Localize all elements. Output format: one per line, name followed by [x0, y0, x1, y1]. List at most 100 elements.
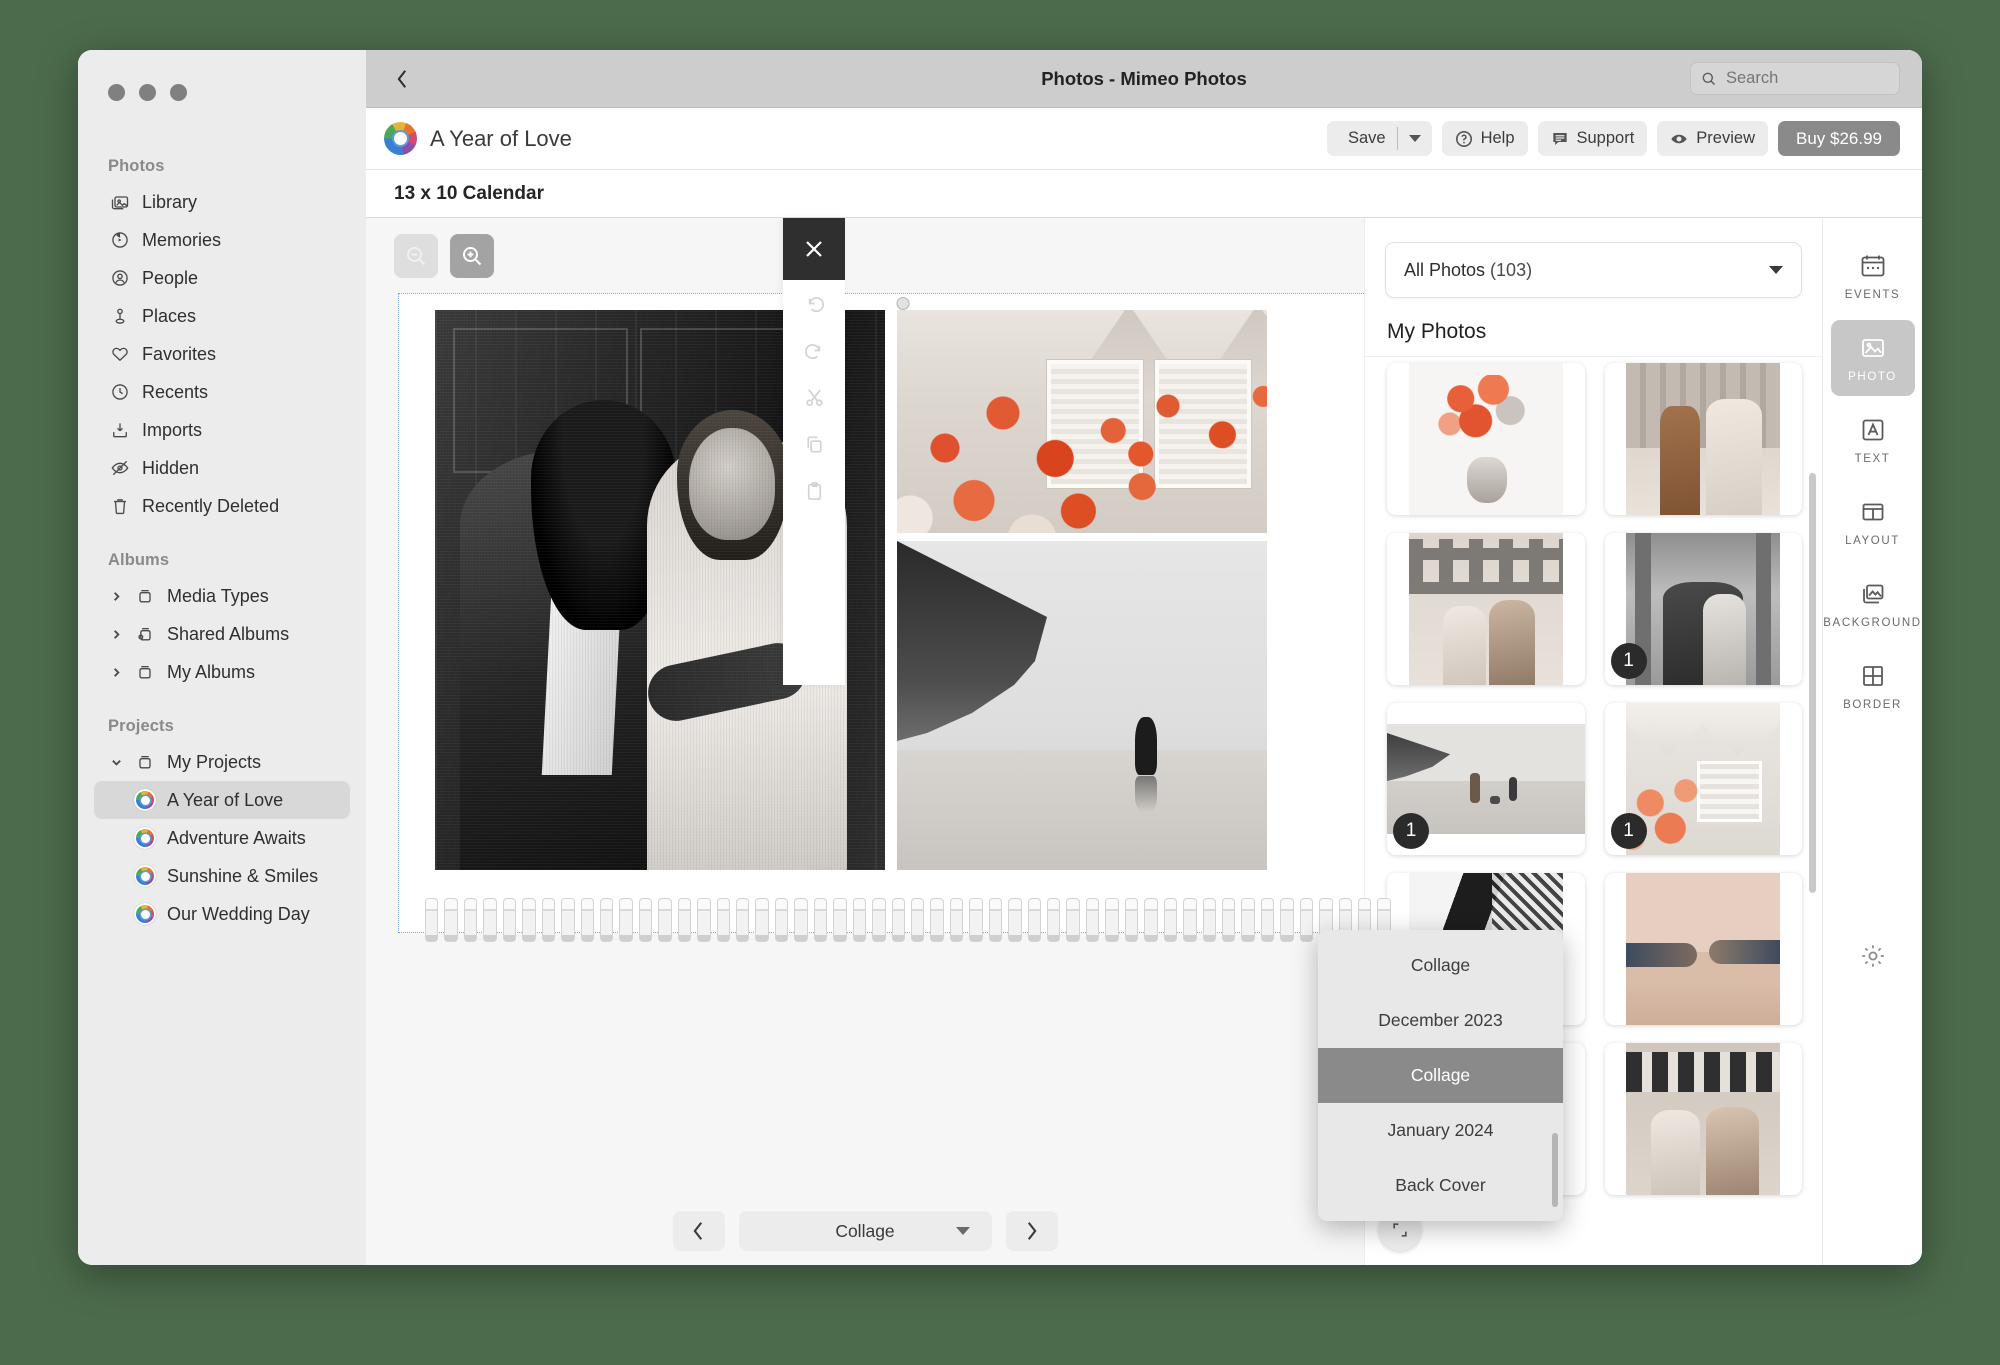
page-menu-option[interactable]: Back Cover [1318, 1158, 1563, 1213]
back-button[interactable] [384, 61, 420, 97]
resize-handle[interactable] [896, 297, 910, 310]
tools-rail: EVENTS PHOTO TEXT LAYOUT BACKGROUND BORD… [1822, 218, 1922, 1265]
copy-button[interactable] [783, 421, 845, 468]
question-circle-icon [1455, 130, 1472, 147]
tool-photo[interactable]: PHOTO [1830, 320, 1915, 396]
photo-thumbnail[interactable] [1387, 533, 1585, 685]
page-menu-option[interactable]: December 2023 [1318, 993, 1563, 1048]
next-page-button[interactable] [1005, 1211, 1058, 1251]
preview-button[interactable]: Preview [1657, 121, 1768, 156]
chevron-down-icon[interactable] [109, 757, 123, 768]
tool-border[interactable]: BORDER [1831, 648, 1915, 724]
import-icon [109, 419, 131, 441]
photo-thumbnail[interactable]: 1 [1387, 703, 1585, 855]
sidebar-item-library[interactable]: Library [94, 183, 350, 221]
buy-button[interactable]: Buy $26.99 [1777, 121, 1900, 156]
photo-thumbnail[interactable] [1604, 1043, 1802, 1195]
thumbnail-image [1408, 533, 1563, 685]
sidebar-item-label: Hidden [142, 457, 200, 478]
undo-icon [808, 297, 824, 313]
settings-button[interactable] [1859, 942, 1887, 975]
tool-layout[interactable]: LAYOUT [1831, 484, 1915, 560]
library-icon [109, 191, 131, 213]
paste-button[interactable] [783, 468, 845, 515]
usage-count-badge: 1 [1393, 813, 1429, 849]
photo-thumbnail[interactable] [1604, 873, 1802, 1025]
toolbar-actions: Save Help Support Preview Buy $26.99 [1326, 121, 1900, 156]
page-menu-option[interactable]: January 2024 [1318, 1103, 1563, 1158]
page-select-menu[interactable]: Collage December 2023 Collage January 20… [1318, 930, 1563, 1221]
page-photo-top-right[interactable] [897, 310, 1267, 533]
tool-text[interactable]: TEXT [1831, 402, 1915, 478]
sidebar-item-favorites[interactable]: Favorites [94, 335, 350, 373]
cut-button[interactable] [783, 374, 845, 421]
menu-scrollbar[interactable] [1552, 1133, 1558, 1207]
sidebar-item-label: Favorites [142, 343, 217, 364]
zoom-in-button[interactable] [450, 234, 494, 278]
sidebar-item-media-types[interactable]: Media Types [94, 577, 350, 615]
photo-thumbnail[interactable]: 1 [1604, 533, 1802, 685]
canvas-area[interactable]: Collage December 2023 Collage January 20… [366, 218, 1563, 1265]
close-window-button[interactable] [108, 84, 125, 101]
previous-page-button[interactable] [672, 1211, 725, 1251]
sidebar-item-label: Recently Deleted [142, 495, 280, 516]
save-button[interactable]: Save [1327, 121, 1397, 156]
tool-background[interactable]: BACKGROUND [1823, 566, 1920, 642]
photo-thumbnail[interactable]: 1 [1604, 703, 1802, 855]
photo-grid-scrollbar[interactable] [1809, 473, 1816, 893]
window-traffic-lights[interactable] [78, 50, 366, 101]
page-select-button[interactable]: Collage [738, 1211, 992, 1251]
page-menu-option-selected[interactable]: Collage [1318, 1048, 1563, 1103]
minimize-window-button[interactable] [139, 84, 156, 101]
support-button[interactable]: Support [1537, 121, 1648, 156]
sidebar-item-people[interactable]: People [94, 259, 350, 297]
page-select-value: Collage [835, 1220, 895, 1241]
photo-thumbnail[interactable] [1387, 363, 1585, 515]
undo-button[interactable] [783, 280, 845, 327]
zoom-out-button[interactable] [394, 234, 438, 278]
sidebar-item-a-year-of-love[interactable]: A Year of Love [94, 781, 350, 819]
project-icon [134, 903, 156, 925]
sidebar-item-memories[interactable]: Memories [94, 221, 350, 259]
app-window: Photos Library Memories People Places Fa… [78, 50, 1922, 1265]
usage-count-badge: 1 [1610, 813, 1647, 849]
tool-label: LAYOUT [1845, 534, 1900, 547]
save-button-group[interactable]: Save [1326, 121, 1432, 156]
search-input[interactable]: Search [1690, 62, 1900, 95]
sidebar-item-my-albums[interactable]: My Albums [94, 653, 350, 691]
paste-clipboard-icon [807, 482, 821, 501]
tool-label: BACKGROUND [1823, 616, 1922, 629]
calendar-page-canvas[interactable] [398, 293, 1408, 942]
usage-count-badge: 1 [1610, 643, 1647, 679]
chevron-right-icon[interactable] [109, 591, 123, 602]
sidebar-item-imports[interactable]: Imports [94, 411, 350, 449]
sidebar-item-my-projects[interactable]: My Projects [94, 743, 350, 781]
photo-thumbnail[interactable] [1604, 363, 1802, 515]
chevron-right-icon[interactable] [109, 667, 123, 678]
sidebar-item-shared-albums[interactable]: Shared Albums [94, 615, 350, 653]
redo-icon [804, 344, 820, 360]
help-button[interactable]: Help [1441, 121, 1528, 156]
sidebar-item-our-wedding-day[interactable]: Our Wedding Day [94, 895, 350, 933]
sidebar-item-sunshine-and-smiles[interactable]: Sunshine & Smiles [94, 857, 350, 895]
window-titlebar: Photos - Mimeo Photos Search [366, 50, 1922, 108]
search-placeholder: Search [1726, 69, 1779, 87]
save-label: Save [1347, 129, 1386, 147]
save-dropdown-button[interactable] [1398, 121, 1432, 156]
photo-source-select[interactable]: All Photos (103) [1385, 242, 1802, 298]
sidebar-item-recents[interactable]: Recents [94, 373, 350, 411]
close-edit-button[interactable] [783, 218, 845, 280]
page-navigation: Collage [366, 1211, 1364, 1251]
maximize-window-button[interactable] [170, 84, 187, 101]
page-menu-option[interactable]: Collage [1318, 938, 1563, 993]
sidebar-item-places[interactable]: Places [94, 297, 350, 335]
tool-events[interactable]: EVENTS [1831, 238, 1915, 314]
chevron-right-icon[interactable] [109, 629, 123, 640]
caret-down-icon [955, 1227, 970, 1235]
page-photo-bottom-right[interactable] [897, 541, 1267, 870]
redo-button[interactable] [783, 327, 845, 374]
copy-icon [806, 436, 822, 453]
sidebar-item-recently-deleted[interactable]: Recently Deleted [94, 487, 350, 525]
sidebar-item-hidden[interactable]: Hidden [94, 449, 350, 487]
sidebar-item-adventure-awaits[interactable]: Adventure Awaits [94, 819, 350, 857]
